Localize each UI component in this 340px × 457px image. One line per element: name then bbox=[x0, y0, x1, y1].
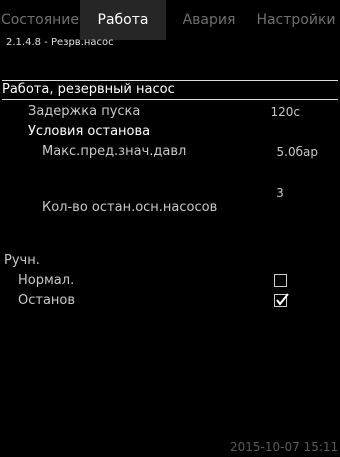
tab-status[interactable]: Состояние bbox=[0, 0, 80, 40]
tab-operation[interactable]: Работа bbox=[80, 0, 166, 40]
normal-label: Нормал. bbox=[18, 273, 75, 288]
normal-checkbox[interactable] bbox=[274, 274, 287, 287]
start-delay-value[interactable]: 120с bbox=[250, 105, 300, 119]
breadcrumb: 2.1.4.8 - Резрв.насос bbox=[6, 37, 114, 48]
stop-conditions-label: Условия останова bbox=[28, 124, 151, 139]
timestamp: 2015-10-07 15:11 bbox=[230, 440, 339, 454]
section-title-standby-pump: Работа, резервный насос bbox=[2, 80, 338, 100]
max-pressure-label: Макс.пред.знач.давл bbox=[42, 144, 187, 159]
stopped-pumps-value[interactable]: 3 bbox=[270, 186, 290, 200]
stop-label: Останов bbox=[18, 293, 76, 308]
manual-title: Ручн. bbox=[4, 253, 40, 268]
checkmark-icon bbox=[276, 293, 289, 306]
max-pressure-value[interactable]: 5.0бар bbox=[250, 145, 318, 159]
tab-settings[interactable]: Настройки bbox=[252, 0, 340, 40]
stop-checkbox[interactable] bbox=[274, 293, 289, 307]
tab-alarm[interactable]: Авария bbox=[166, 0, 252, 40]
tab-bar: Состояние Работа Авария Настройки bbox=[0, 0, 340, 40]
start-delay-label: Задержка пуска bbox=[28, 104, 141, 119]
stopped-pumps-label: Кол-во остан.осн.насосов bbox=[42, 200, 218, 215]
